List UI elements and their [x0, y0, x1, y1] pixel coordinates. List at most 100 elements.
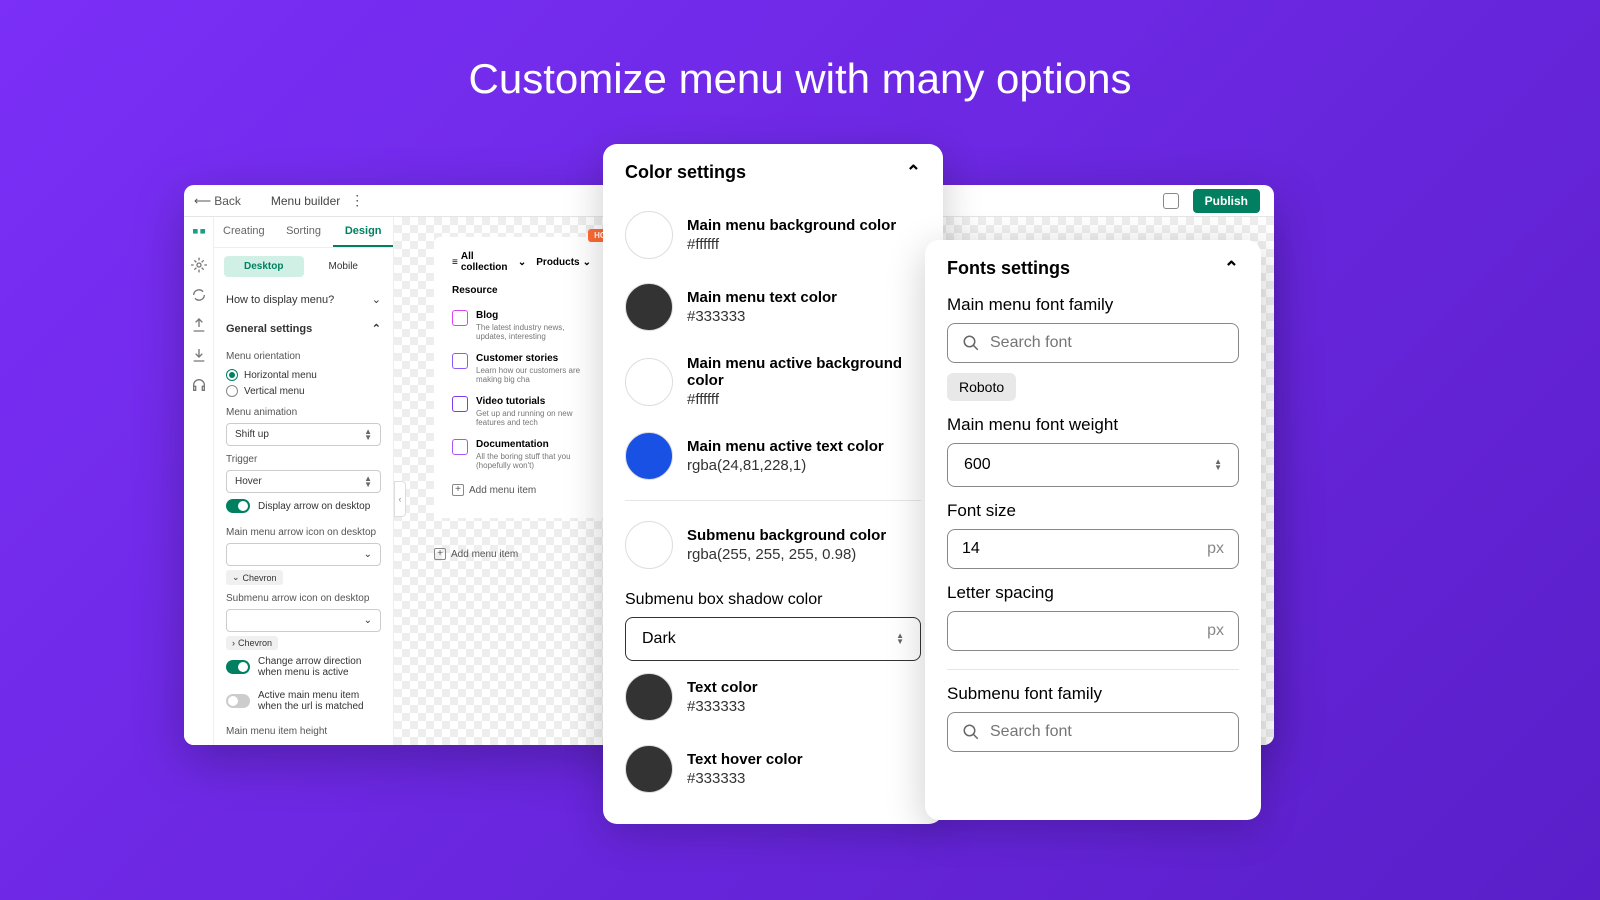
- toggle-on-icon: [226, 499, 250, 513]
- section-display-label: How to display menu?: [226, 294, 334, 306]
- device-desktop[interactable]: Desktop: [224, 256, 304, 277]
- select-updown-icon: ▲▼: [896, 633, 904, 644]
- orientation-label: Menu orientation: [226, 351, 381, 362]
- resource-icon: [452, 310, 468, 326]
- add-menu-item-inner[interactable]: +Add menu item: [452, 476, 591, 504]
- collapse-sidebar-icon[interactable]: ‹: [394, 481, 406, 517]
- unit-label: px: [1207, 622, 1224, 640]
- animation-select[interactable]: Shift up▲▼: [226, 423, 381, 446]
- resource-icon: [452, 396, 468, 412]
- app-icon[interactable]: [191, 227, 207, 243]
- menu-preview: HOT ≡All collection⌄ Products⌄ Resource …: [434, 237, 609, 518]
- font-search-submenu[interactable]: [947, 712, 1239, 752]
- size-label: Font size: [947, 501, 1239, 521]
- more-icon[interactable]: ⋮: [350, 192, 364, 209]
- color-swatch: [625, 283, 673, 331]
- chevron-up-icon: ⌃: [906, 162, 921, 183]
- main-arrow-select[interactable]: ⌄: [226, 543, 381, 566]
- sidebar-tabs: Creating Sorting Design: [214, 217, 393, 248]
- weight-label: Main menu font weight: [947, 415, 1239, 435]
- shadow-select[interactable]: Dark▲▼: [625, 617, 921, 661]
- gear-icon[interactable]: [191, 257, 207, 273]
- font-search-input-sub[interactable]: [990, 723, 1224, 741]
- device-mobile[interactable]: Mobile: [304, 256, 384, 277]
- chevron-chip-2[interactable]: ›Chevron: [226, 636, 278, 650]
- sub-arrow-label: Submenu arrow icon on desktop: [226, 593, 381, 604]
- chevron-down-icon: ⌄: [372, 293, 381, 306]
- color-swatch: [625, 432, 673, 480]
- section-general[interactable]: General settings ⌃: [214, 314, 393, 343]
- toggle-display-arrow[interactable]: Display arrow on desktop: [226, 493, 381, 519]
- breadcrumb: Menu builder: [271, 194, 340, 208]
- chevron-chip[interactable]: ⌄Chevron: [226, 570, 283, 585]
- weight-select[interactable]: 600▲▼: [947, 443, 1239, 487]
- dropdown-all-collection[interactable]: ≡All collection⌄: [452, 251, 526, 273]
- toggle-off-icon: [226, 694, 250, 708]
- font-search-input[interactable]: [990, 334, 1224, 352]
- back-button[interactable]: ⟵ Back: [194, 194, 241, 208]
- select-updown-icon: ▲▼: [364, 476, 372, 487]
- color-row[interactable]: Main menu active background color#ffffff: [625, 343, 921, 420]
- refresh-icon[interactable]: [191, 287, 207, 303]
- upload-icon[interactable]: [191, 317, 207, 333]
- trigger-select[interactable]: Hover▲▼: [226, 470, 381, 493]
- color-row[interactable]: Main menu text color#333333: [625, 271, 921, 343]
- chevron-down-icon: ⌄: [583, 257, 591, 268]
- download-icon[interactable]: [191, 347, 207, 363]
- radio-vertical[interactable]: Vertical menu: [226, 383, 381, 399]
- color-swatch: [625, 211, 673, 259]
- resource-icon: [452, 439, 468, 455]
- plus-icon: +: [434, 548, 446, 560]
- headphones-icon[interactable]: [191, 377, 207, 393]
- color-row[interactable]: Main menu background color#ffffff: [625, 199, 921, 271]
- color-swatch: [625, 521, 673, 569]
- chevron-down-icon: ⌄: [364, 549, 372, 560]
- fonts-settings-panel: Fonts settings ⌃ Main menu font family R…: [925, 240, 1261, 820]
- color-text-hover[interactable]: Text hover color#333333: [625, 733, 921, 805]
- radio-icon: [226, 385, 238, 397]
- viewport-desktop-icon[interactable]: [1163, 193, 1179, 209]
- select-updown-icon: ▲▼: [364, 429, 372, 440]
- dropdown-products[interactable]: Products⌄: [536, 257, 591, 268]
- font-chip-roboto[interactable]: Roboto: [947, 373, 1016, 401]
- toggle-active-item[interactable]: Active main menu item when the url is ma…: [226, 684, 381, 718]
- resource-item[interactable]: Customer storiesLearn how our customers …: [452, 347, 591, 390]
- plus-icon: +: [452, 484, 464, 496]
- font-size-input[interactable]: 14px: [947, 529, 1239, 569]
- radio-horizontal[interactable]: Horizontal menu: [226, 367, 381, 383]
- sub-arrow-select[interactable]: ⌄: [226, 609, 381, 632]
- tab-design[interactable]: Design: [333, 217, 393, 247]
- resource-item[interactable]: Video tutorialsGet up and running on new…: [452, 390, 591, 433]
- chevron-down-icon: ⌄: [364, 615, 372, 626]
- publish-button[interactable]: Publish: [1193, 189, 1260, 213]
- settings-sidebar: Creating Sorting Design Desktop Mobile H…: [214, 217, 394, 745]
- color-settings-panel: Color settings ⌃ Main menu background co…: [603, 144, 943, 824]
- unit-label: px: [1207, 540, 1224, 558]
- chevron-down-icon: ⌄: [232, 572, 240, 583]
- letter-spacing-input[interactable]: px: [947, 611, 1239, 651]
- general-controls: Menu orientation Horizontal menu Vertica…: [214, 343, 393, 745]
- tab-sorting[interactable]: Sorting: [274, 217, 334, 247]
- section-display[interactable]: How to display menu? ⌄: [214, 285, 393, 314]
- color-swatch: [625, 745, 673, 793]
- fonts-panel-title[interactable]: Fonts settings ⌃: [947, 258, 1239, 279]
- toggle-change-arrow[interactable]: Change arrow direction when menu is acti…: [226, 650, 381, 684]
- color-text[interactable]: Text color#333333: [625, 661, 921, 733]
- color-submenu-bg[interactable]: Submenu background colorrgba(255, 255, 2…: [625, 509, 921, 581]
- chevron-down-icon: ⌄: [518, 257, 526, 268]
- color-swatch: [625, 358, 673, 406]
- resource-item[interactable]: BlogThe latest industry news, updates, i…: [452, 304, 591, 347]
- divider: [625, 500, 921, 501]
- font-search-main[interactable]: [947, 323, 1239, 363]
- device-toggle: Desktop Mobile: [214, 248, 393, 285]
- spacing-label: Letter spacing: [947, 583, 1239, 603]
- color-row[interactable]: Main menu active text colorrgba(24,81,22…: [625, 420, 921, 492]
- shadow-label: Submenu box shadow color: [625, 591, 921, 609]
- tab-creating[interactable]: Creating: [214, 217, 274, 247]
- color-panel-title[interactable]: Color settings ⌃: [625, 162, 921, 183]
- icon-rail: [184, 217, 214, 745]
- search-icon: [962, 723, 980, 741]
- toggle-on-icon: [226, 660, 250, 674]
- hero-title: Customize menu with many options: [0, 0, 1600, 103]
- resource-item[interactable]: DocumentationAll the boring stuff that y…: [452, 433, 591, 476]
